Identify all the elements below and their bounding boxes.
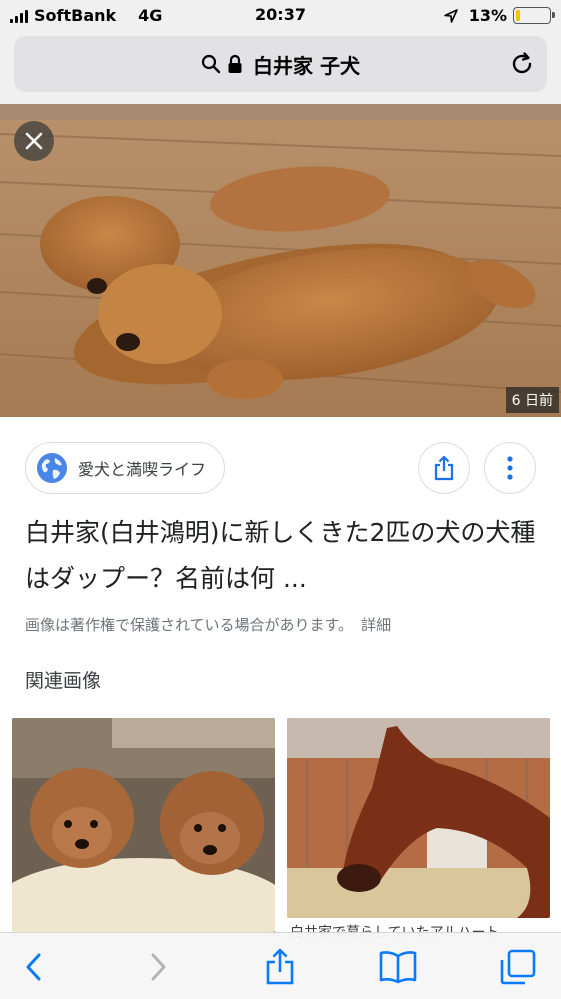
copyright-text: 画像は著作権で保護されている場合があります。	[25, 616, 354, 634]
details-link[interactable]: 詳細	[361, 616, 391, 634]
source-site-name: 愛犬と満喫ライフ	[78, 460, 207, 479]
book-icon	[379, 951, 417, 984]
share-button[interactable]	[418, 442, 470, 494]
chevron-left-icon	[26, 953, 41, 981]
puppies-on-floor-image	[0, 104, 561, 417]
copyright-notice: 画像は著作権で保護されている場合があります。 詳細	[25, 614, 391, 635]
address-query: 白井家 子犬	[253, 53, 360, 78]
share-icon	[434, 455, 454, 481]
source-site-chip[interactable]: 愛犬と満喫ライフ	[25, 442, 226, 494]
chevron-right-icon	[151, 953, 166, 981]
hero-image[interactable]: 6 日前	[0, 104, 561, 417]
share-icon	[266, 948, 294, 985]
horse-in-stable-image	[287, 718, 550, 918]
puppies-on-blanket-image	[12, 718, 275, 936]
globe-icon	[37, 453, 67, 483]
bookmarks-button[interactable]	[376, 945, 420, 989]
close-button[interactable]	[14, 121, 54, 161]
battery-level	[516, 10, 521, 21]
share-sheet-button[interactable]	[258, 945, 302, 989]
battery-percent: 13%	[468, 6, 507, 25]
related-image-1[interactable]	[12, 718, 275, 936]
lock-icon	[228, 54, 242, 73]
tabs-button[interactable]	[496, 945, 540, 989]
browser-bottom-toolbar	[0, 932, 561, 999]
related-image-2[interactable]	[287, 718, 550, 918]
browser-top-toolbar: 白井家 子犬	[0, 32, 561, 104]
battery-icon	[513, 7, 555, 24]
location-arrow-icon	[443, 8, 458, 23]
image-age-badge: 6 日前	[505, 387, 559, 413]
status-bar: SoftBank 4G 20:37 13%	[0, 0, 561, 32]
search-icon	[201, 54, 221, 74]
back-button[interactable]	[12, 945, 56, 989]
more-options-button[interactable]	[484, 442, 536, 494]
status-right: 13%	[443, 6, 555, 25]
reload-icon[interactable]	[509, 51, 535, 77]
close-icon	[25, 132, 43, 150]
forward-button[interactable]	[136, 945, 180, 989]
tabs-icon	[500, 949, 536, 985]
related-images-heading: 関連画像	[25, 670, 102, 692]
address-bar[interactable]: 白井家 子犬	[14, 36, 547, 92]
more-vert-icon	[507, 456, 513, 480]
result-title[interactable]: 白井家(白井鴻明)に新しくきた2匹の犬の犬種はダップー？名前は何 ...	[25, 510, 540, 602]
